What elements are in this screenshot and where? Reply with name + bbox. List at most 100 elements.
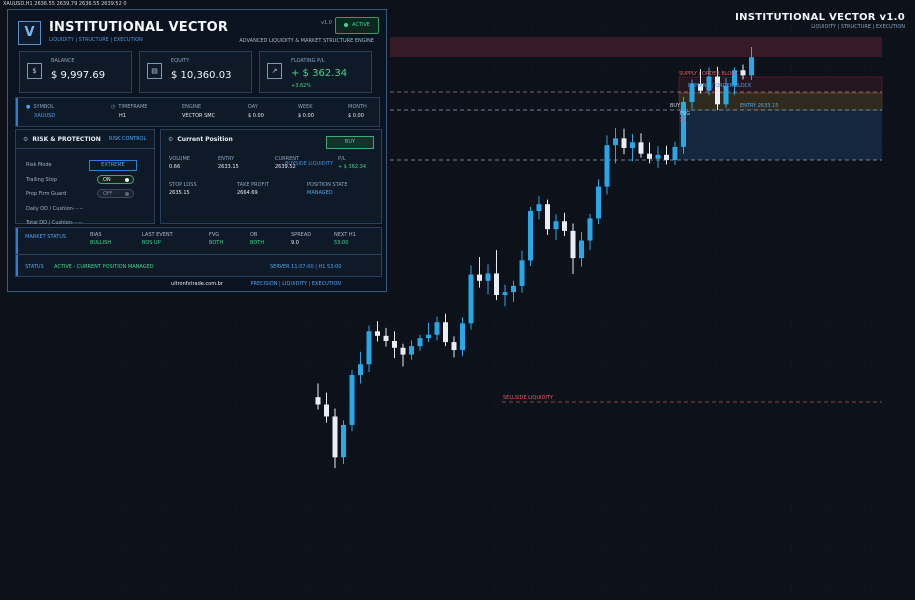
risk-mode-select[interactable]: EXTREME <box>89 160 137 171</box>
fvg-label: FVG <box>209 232 220 238</box>
bearish-candle[interactable] <box>383 335 389 341</box>
timeframe-column: ◷ TIMEFRAME H1 <box>111 104 147 119</box>
watermark-title: INSTITUTIONAL VECTOR v1.0 <box>735 12 905 23</box>
engine-column: ENGINE VECTOR SMC <box>182 104 215 119</box>
bearish-candle[interactable] <box>315 397 321 405</box>
bullish-candle[interactable] <box>349 375 355 425</box>
bullish-candle[interactable] <box>434 322 440 335</box>
risk-title: ⚙ RISK & PROTECTION <box>23 136 101 143</box>
bullish-candle[interactable] <box>502 292 508 295</box>
bearish-candle[interactable] <box>400 347 406 355</box>
bearish-candle[interactable] <box>392 340 397 348</box>
bearish-candle[interactable] <box>451 342 457 351</box>
bullish-candle[interactable] <box>511 285 516 293</box>
bullish-candle[interactable] <box>417 338 423 347</box>
balance-value: $ 9,997.69 <box>51 70 106 81</box>
website-link[interactable]: ultronfxtrade.com.br <box>171 281 223 287</box>
bearish-candle[interactable] <box>740 70 746 76</box>
bullish-candle[interactable] <box>604 145 610 187</box>
status-text: ACTIVE - CURRENT POSITION MANAGED <box>54 264 154 270</box>
last-event-value: BOS UP <box>142 240 161 246</box>
pl-label: P/L <box>338 156 346 162</box>
volume-label: VOLUME <box>169 156 190 162</box>
risk-title-text: RISK & PROTECTION <box>32 136 101 143</box>
panel-footer: ultronfxtrade.com.br PRECISION | LIQUIDI… <box>8 281 386 287</box>
panel-title: INSTITUTIONAL VECTOR <box>49 20 229 35</box>
bullish-candle[interactable] <box>536 204 542 212</box>
bearish-candle[interactable] <box>715 76 720 105</box>
toggle-knob <box>125 192 129 196</box>
bearish-candle[interactable] <box>443 322 448 343</box>
bullish-candle[interactable] <box>579 240 584 259</box>
bullish-candle[interactable] <box>341 424 346 458</box>
brand-logo: V <box>18 21 41 45</box>
bearish-candle[interactable] <box>621 138 627 149</box>
version-label: v1.0 <box>321 20 332 26</box>
position-title-text: Current Position <box>177 136 233 143</box>
gear-icon: ⚙ <box>168 136 174 143</box>
stop-loss-value: 2635.15 <box>169 190 190 196</box>
bearish-candle[interactable] <box>477 274 482 281</box>
bullish-candle[interactable] <box>672 146 678 160</box>
bullish-candle[interactable] <box>366 331 372 365</box>
bullish-candle[interactable] <box>655 154 661 159</box>
market-status-label: MARKET STATUS <box>25 234 67 240</box>
bearish-candle[interactable] <box>664 154 669 160</box>
prop-firm-toggle[interactable]: OFF <box>97 189 134 198</box>
market-status-box: MARKET STATUS BIAS BULLISH LAST EVENT BO… <box>15 227 382 277</box>
bullish-candle[interactable] <box>468 274 474 324</box>
risk-control-tab[interactable]: RISK CONTROL <box>109 136 146 142</box>
sl-short-label: SL <box>680 117 686 123</box>
bullish-candle[interactable] <box>587 218 593 241</box>
dollar-icon: $ <box>27 63 42 79</box>
bullish-candle[interactable] <box>528 211 533 261</box>
bearish-candle[interactable] <box>545 204 550 230</box>
gear-icon: ⚙ <box>23 136 29 143</box>
balance-card: $ BALANCE $ 9,997.69 <box>19 51 132 93</box>
bullish-candle[interactable] <box>358 364 363 376</box>
bullish-candle[interactable] <box>681 102 686 147</box>
divider <box>16 254 381 255</box>
bullish-candle[interactable] <box>749 57 754 76</box>
bullish-candle[interactable] <box>485 273 491 281</box>
bullish-candle[interactable] <box>409 346 414 355</box>
risk-mode-label: Risk Mode <box>26 162 52 168</box>
fvg-zone <box>679 110 882 160</box>
take-profit-value: 2664.69 <box>237 190 258 196</box>
floating-pl-label: FLOATING P/L <box>291 58 325 64</box>
bearish-candle[interactable] <box>324 404 329 417</box>
bullish-candle[interactable] <box>613 138 618 146</box>
bullish-candle[interactable] <box>630 142 635 149</box>
stop-loss-label: STOP LOSS <box>169 182 197 188</box>
trailing-stop-label: Trailing Stop <box>26 177 57 183</box>
position-side-badge[interactable]: BUY <box>326 136 374 149</box>
active-status-badge[interactable]: ACTIVE <box>335 17 379 34</box>
symbol-column: ● SYMBOL XAUUSD <box>26 104 55 119</box>
bullish-candle[interactable] <box>596 186 601 219</box>
month-value: $ 0.00 <box>348 113 364 119</box>
bullish-candle[interactable] <box>460 323 465 351</box>
position-state-value: MANAGED <box>307 190 333 196</box>
divider <box>16 148 154 149</box>
bearish-candle[interactable] <box>647 153 652 159</box>
trailing-stop-toggle[interactable]: ON <box>97 175 134 184</box>
engine-value: VECTOR SMC <box>182 113 216 119</box>
volume-value: 0.66 <box>169 164 181 170</box>
bullish-candle[interactable] <box>553 221 559 230</box>
bearish-candle[interactable] <box>375 331 380 336</box>
bearish-candle[interactable] <box>570 230 576 259</box>
demand-order-block-label: DEMAND / ORDER BLOCK <box>688 83 752 89</box>
bias-label: BIAS <box>90 232 102 238</box>
bullish-candle[interactable] <box>426 334 431 339</box>
timeframe-label: TIMEFRAME <box>118 104 148 110</box>
current-position-box: ⚙ Current Position BUY VOLUME 0.66 ENTRY … <box>160 129 382 224</box>
bearish-candle[interactable] <box>494 273 499 295</box>
equity-card: ▤ EQUITY $ 10,360.03 <box>139 51 252 93</box>
bullish-candle[interactable] <box>519 260 525 286</box>
entry-price-label: ENTRY 2633.15 <box>740 103 779 109</box>
bearish-candle[interactable] <box>332 416 338 458</box>
bearish-candle[interactable] <box>562 221 567 231</box>
position-state-label: POSITION STATE <box>307 182 348 188</box>
bearish-candle[interactable] <box>638 142 644 154</box>
panel-tagline: ADVANCED LIQUIDITY & MARKET STRUCTURE EN… <box>239 38 374 44</box>
